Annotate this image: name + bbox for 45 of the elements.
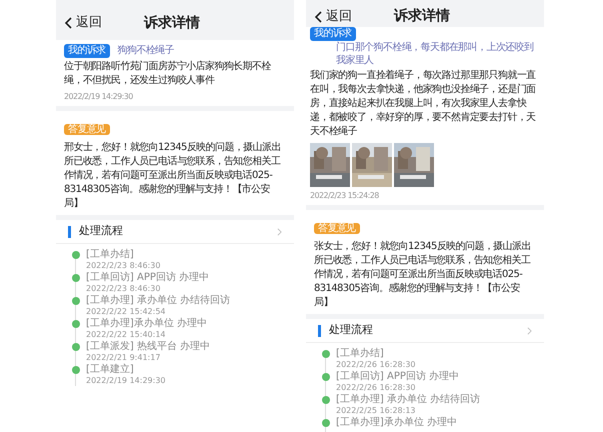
- complaint-time: 2022/2/19 14:29:30: [64, 92, 134, 102]
- back-icon: [64, 17, 72, 29]
- process-header[interactable]: 处理流程: [306, 319, 544, 343]
- step-text: [工单回访] APP回访 办理中: [336, 370, 460, 383]
- complaint-subject: 门口那个狗不栓绳，每天都在那叫，上次还咬到我家里人: [335, 41, 534, 67]
- step-text: [工单办理] 承办单位 办结待回访: [336, 393, 480, 406]
- step-text: [工单办结]: [336, 347, 384, 360]
- reply-text: 邢女士，您好！就您向12345反映的问题，摄山派出所已收悉，工作人员已电话与您联系，告知您相关工作情况，若有问题可至派出所当面反映或电话025-83148305咨询。感谢您的理解与支持！【市公安局】: [64, 141, 282, 211]
- section-marker: [318, 324, 321, 336]
- process-title: 处理流程: [79, 223, 123, 240]
- step-text: [工单办结]: [86, 248, 134, 261]
- step-time: 2022/2/23 8:46:30: [85, 261, 162, 271]
- chevron-icon: [277, 228, 282, 236]
- step-text: [工单办理] 承办单位 办结待回访: [86, 294, 230, 307]
- complaint-subject: 狗狗不栓绳子: [118, 44, 174, 58]
- complaint-tag: 我的诉求: [310, 27, 356, 41]
- process-title: 处理流程: [329, 322, 373, 338]
- back-button[interactable]: 返回: [64, 13, 124, 33]
- process-header[interactable]: 处理流程: [56, 220, 294, 244]
- step-text: [工单回访] APP回访 办理中: [86, 271, 210, 284]
- complaint-time: 2022/2/23 15:24:28: [310, 191, 380, 201]
- step-text: [工单办理]承办单位 办理中: [86, 317, 207, 330]
- page-title: 诉求详情: [144, 14, 200, 32]
- reply-tag: 答复意见: [314, 223, 360, 234]
- complaint-tag: 我的诉求: [64, 44, 110, 58]
- step-text: [工单建立]: [86, 363, 134, 376]
- back-button[interactable]: 返回: [314, 6, 374, 26]
- chevron-icon: [527, 326, 532, 334]
- page-title: 诉求详情: [394, 6, 450, 26]
- complaint-text: 我们家的狗一直拴着绳子，每次路过那里那只狗就一直在叫，我每次去拿快递，他家狗也没拴绳子，还是门面房，直接站起来扒在我腿上叫，有次我家里人去拿快递，都被咬了，幸好穿的厚，要不然肯定要去打针，天天不栓绳子: [310, 69, 537, 139]
- section-marker: [68, 226, 71, 238]
- step-time: 2022/2/26 16:28:30: [335, 360, 416, 370]
- reply-tag: 答复意见: [64, 124, 110, 135]
- step-time: 2022/2/25 16:28:13: [335, 406, 416, 416]
- step-text: [工单办理]承办单位 办理中: [336, 416, 457, 429]
- back-icon: [314, 10, 322, 22]
- step-time: 2022/2/22 15:40:14: [85, 330, 166, 340]
- step-text: [工单派发] 热线平台 办理中: [86, 340, 210, 353]
- complaint-text: 位于朝阳路听竹苑门面房苏宁小店家狗狗长期不栓绳，不但扰民，还发生过狗咬人事件: [64, 60, 272, 88]
- step-time: 2022/2/21 9:41:17: [85, 353, 162, 363]
- reply-text: 张女士，您好！就您向12345反映的问题，摄山派出所已收悉，工作人员已电话与您联系，告知您相关工作情况，若有问题可至派出所当面反映或电话025-83148305咨询。感谢您的理解与支持！【市公安局】: [314, 240, 532, 310]
- step-time: 2022/2/23 8:46:30: [85, 284, 162, 294]
- step-time: 2022/2/19 14:29:30: [85, 376, 166, 386]
- step-time: 2022/2/22 15:42:54: [85, 307, 166, 317]
- step-time: 2022/2/26 16:28:30: [335, 383, 416, 393]
